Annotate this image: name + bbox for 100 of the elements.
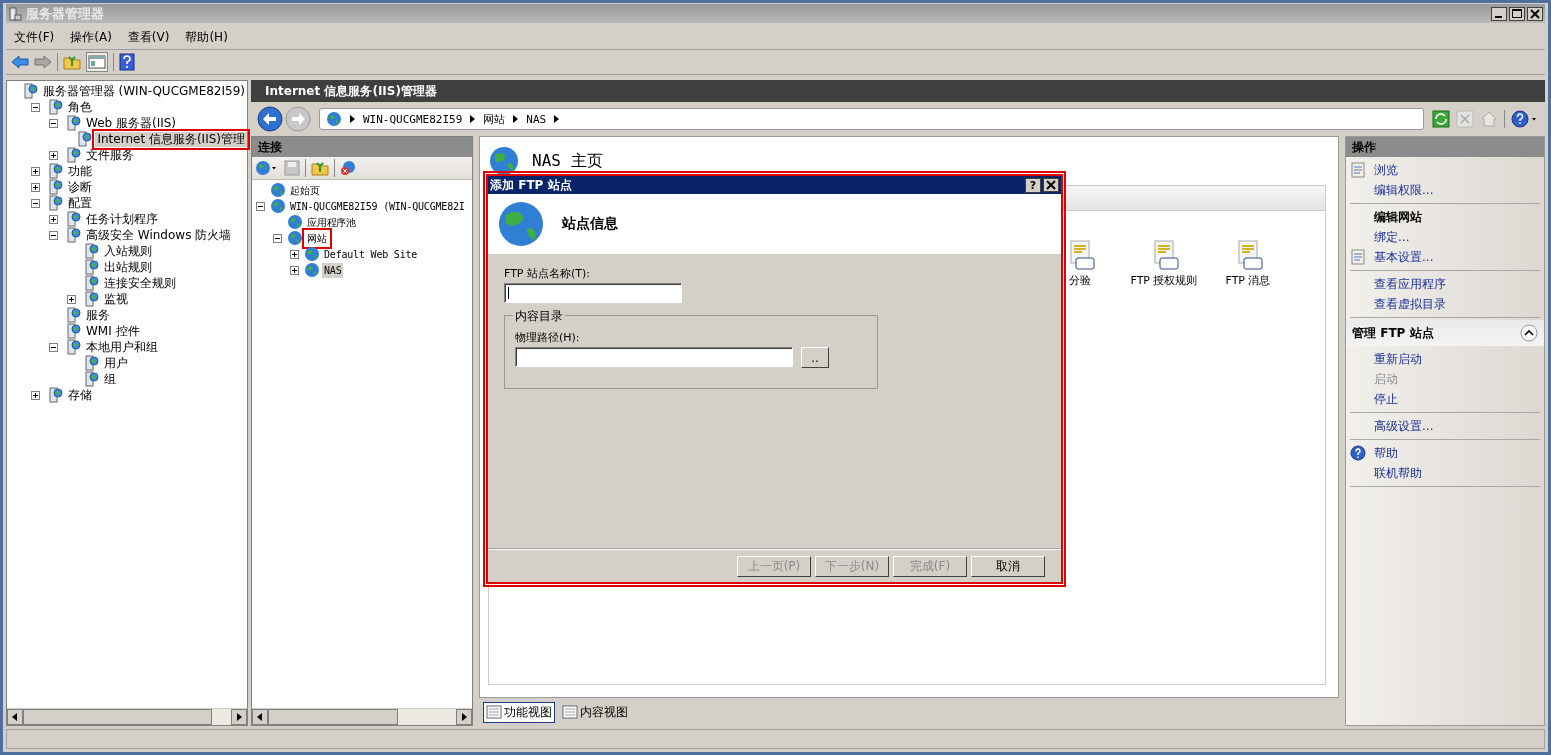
- tree-item[interactable]: WMI 控件: [84, 323, 142, 339]
- view-tab[interactable]: 内容视图: [559, 701, 631, 723]
- scroll-left-button[interactable]: [7, 709, 23, 725]
- feature-label[interactable]: FTP 消息: [1225, 273, 1271, 288]
- action-link[interactable]: 停止: [1374, 390, 1398, 408]
- expander-icon[interactable]: [31, 166, 40, 176]
- expander-icon[interactable]: [49, 342, 58, 352]
- minimize-button[interactable]: [1491, 6, 1507, 21]
- tree-item[interactable]: 监视: [102, 291, 130, 307]
- expander-icon[interactable]: [31, 182, 40, 192]
- tree-item[interactable]: 应用程序池: [305, 214, 358, 230]
- tree-item[interactable]: 诊断: [66, 179, 94, 195]
- dialog-button[interactable]: 取消: [971, 555, 1045, 577]
- tree-item[interactable]: 出站规则: [102, 259, 154, 275]
- horizontal-scrollbar[interactable]: [7, 708, 247, 725]
- tree-item[interactable]: 文件服务: [84, 147, 136, 163]
- input-field[interactable]: [515, 347, 793, 367]
- browse-button[interactable]: ..: [801, 347, 829, 368]
- action-link[interactable]: 绑定...: [1374, 228, 1410, 246]
- tree-item[interactable]: 入站规则: [102, 243, 154, 259]
- maximize-button[interactable]: [1509, 6, 1525, 21]
- collapse-icon[interactable]: [1520, 324, 1538, 342]
- action-link[interactable]: 帮助: [1374, 444, 1398, 462]
- node-icon: [65, 307, 81, 323]
- expander-icon[interactable]: [290, 265, 299, 275]
- section-header[interactable]: 管理 FTP 站点: [1346, 320, 1544, 346]
- expander-icon[interactable]: [49, 118, 58, 128]
- tree-item[interactable]: 高级安全 Windows 防火墙: [84, 227, 234, 243]
- disconnect-icon[interactable]: [340, 160, 356, 176]
- help-button[interactable]: ?: [1025, 177, 1041, 193]
- field-label: 物理路径(H):: [515, 330, 580, 345]
- help-icon[interactable]: [119, 53, 135, 71]
- expander-icon[interactable]: [49, 230, 58, 240]
- menu-item[interactable]: 操作(A): [70, 28, 112, 46]
- menu-item[interactable]: 查看(V): [127, 28, 170, 46]
- tree-item[interactable]: 服务器管理器 (WIN-QUCGME82I59): [40, 83, 247, 99]
- input-field[interactable]: [504, 283, 682, 303]
- expander-icon[interactable]: [31, 390, 40, 400]
- breadcrumb-item[interactable]: WIN-QUCGME82I59: [363, 112, 463, 126]
- close-button[interactable]: [1043, 178, 1059, 192]
- scroll-right-button[interactable]: [456, 709, 472, 725]
- back-arrow-icon[interactable]: [11, 54, 29, 70]
- tree-item[interactable]: Default Web Site: [322, 246, 420, 262]
- folder-up-icon[interactable]: [311, 160, 329, 176]
- node-icon: [47, 99, 63, 115]
- action-link[interactable]: 联机帮助: [1374, 464, 1422, 482]
- tree-item[interactable]: 连接安全规则: [102, 275, 178, 291]
- action-link[interactable]: 基本设置...: [1374, 248, 1434, 266]
- tree-item[interactable]: 角色: [66, 99, 94, 115]
- tree-item[interactable]: 本地用户和组: [84, 339, 160, 355]
- tree-item[interactable]: 起始页: [288, 182, 322, 198]
- back-button[interactable]: [257, 106, 283, 132]
- view-icon: [562, 704, 578, 720]
- tree-item[interactable]: Internet 信息服务(IIS)管理: [95, 131, 247, 147]
- expander-icon[interactable]: [256, 201, 265, 211]
- breadcrumb-item[interactable]: 网站: [483, 111, 506, 127]
- node-icon: [65, 323, 81, 339]
- scroll-thumb[interactable]: [23, 709, 213, 725]
- tree-item[interactable]: NAS: [322, 262, 344, 278]
- console-tree-toggle-icon[interactable]: [86, 52, 108, 72]
- expander-icon[interactable]: [273, 233, 282, 243]
- address-bar[interactable]: WIN-QUCGME82I59 网站 NAS: [319, 108, 1424, 130]
- expander-icon[interactable]: [49, 214, 58, 224]
- view-tab[interactable]: 功能视图: [483, 701, 555, 723]
- expander-icon[interactable]: [31, 102, 40, 112]
- action-link[interactable]: 重新启动: [1374, 350, 1422, 368]
- expander-icon[interactable]: [67, 294, 76, 304]
- feature-label[interactable]: 分验: [1069, 273, 1091, 288]
- node-icon: [83, 275, 99, 291]
- tree-item[interactable]: 配置: [66, 195, 94, 211]
- tree-item[interactable]: 功能: [66, 163, 94, 179]
- action-link[interactable]: 编辑权限...: [1374, 181, 1434, 199]
- help-icon[interactable]: [1511, 110, 1539, 128]
- connect-globe-icon[interactable]: [255, 160, 279, 176]
- close-button[interactable]: [1527, 6, 1543, 21]
- action-link[interactable]: 浏览: [1374, 161, 1398, 179]
- scroll-right-button[interactable]: [231, 709, 247, 725]
- scroll-thumb[interactable]: [268, 709, 398, 725]
- action-link[interactable]: 高级设置...: [1374, 417, 1434, 435]
- action-link[interactable]: 查看应用程序: [1374, 275, 1446, 293]
- expander-icon[interactable]: [49, 150, 58, 160]
- scroll-left-button[interactable]: [252, 709, 268, 725]
- tree-item[interactable]: 存储: [66, 387, 94, 403]
- menu-item[interactable]: 文件(F): [14, 28, 55, 46]
- breadcrumb-item[interactable]: NAS: [526, 112, 547, 126]
- tree-item[interactable]: 用户: [102, 355, 130, 371]
- expander-icon[interactable]: [31, 198, 40, 208]
- tree-item[interactable]: 组: [102, 371, 118, 387]
- node-icon: [83, 243, 99, 259]
- tree-item[interactable]: WIN-QUCGME82I59 (WIN-QUCGME82I: [288, 198, 467, 214]
- horizontal-scrollbar[interactable]: [252, 708, 472, 725]
- tree-item[interactable]: 网站: [305, 230, 329, 246]
- feature-label[interactable]: FTP 授权规则: [1130, 273, 1198, 288]
- tree-item[interactable]: 服务: [84, 307, 112, 323]
- menu-item[interactable]: 帮助(H): [185, 28, 228, 46]
- tree-item[interactable]: 任务计划程序: [84, 211, 160, 227]
- expander-icon[interactable]: [290, 249, 299, 259]
- refresh-icon[interactable]: [1432, 110, 1450, 128]
- tree-item[interactable]: Web 服务器(IIS): [84, 115, 179, 131]
- action-link[interactable]: 查看虚拟目录: [1374, 295, 1446, 313]
